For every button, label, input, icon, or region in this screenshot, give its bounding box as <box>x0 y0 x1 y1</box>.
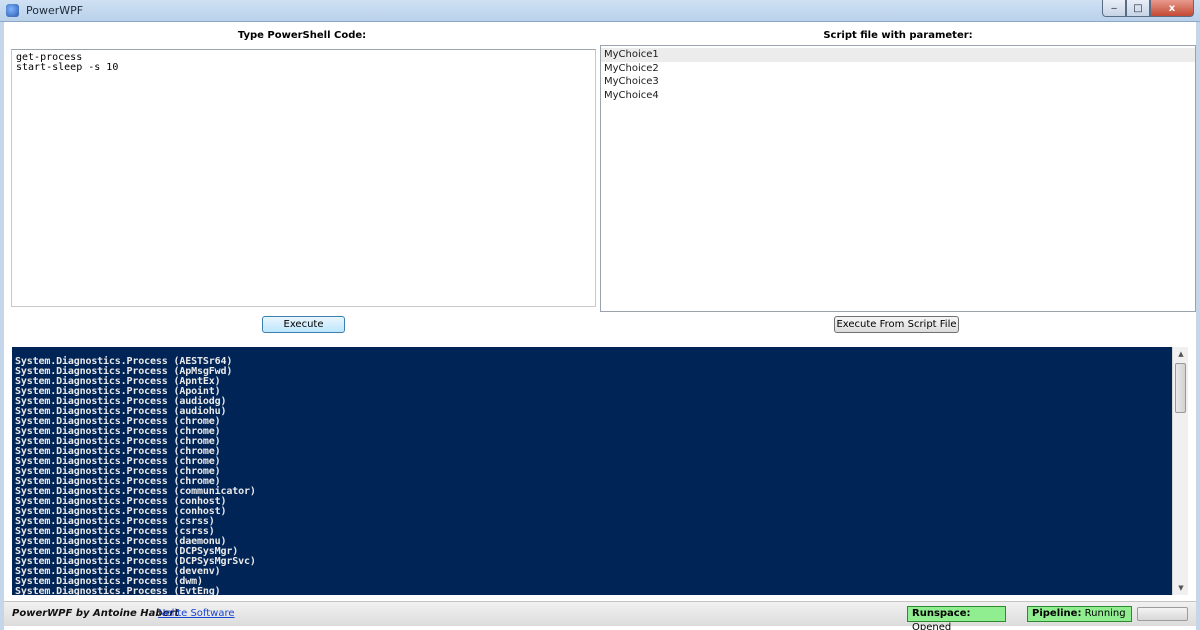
pipeline-value: Running <box>1084 608 1126 619</box>
execute-button[interactable]: Execute <box>262 316 345 333</box>
title-bar[interactable]: PowerWPF ‒ □ x <box>0 0 1200 22</box>
code-line: start-sleep -s 10 <box>16 62 119 73</box>
scroll-down-icon[interactable]: ▼ <box>1173 581 1189 595</box>
runspace-label: Runspace: <box>912 608 971 619</box>
window-content: Type PowerShell Code: Script file with p… <box>4 22 1196 630</box>
app-icon <box>6 4 19 17</box>
nelite-software-link[interactable]: Nelite Software <box>158 608 235 619</box>
maximize-button[interactable]: □ <box>1126 0 1150 17</box>
pipeline-status-badge: Pipeline: Running <box>1027 606 1132 622</box>
scrollbar-thumb[interactable] <box>1175 363 1186 413</box>
list-item[interactable]: MyChoice3 <box>601 75 1195 89</box>
credit-text: PowerWPF by Antoine Habert <box>12 608 180 619</box>
runspace-value: Opened <box>912 622 952 630</box>
script-panel-label: Script file with parameter: <box>823 30 973 41</box>
status-bar: PowerWPF by Antoine Habert Nelite Softwa… <box>4 601 1196 630</box>
powershell-code-input[interactable]: get-process start-sleep -s 10 <box>11 49 596 307</box>
window-controls: ‒ □ x <box>1102 0 1194 18</box>
maximize-icon: □ <box>1133 2 1143 14</box>
close-button[interactable]: x <box>1150 0 1194 17</box>
execute-from-script-file-button[interactable]: Execute From Script File <box>834 316 959 333</box>
minimize-button[interactable]: ‒ <box>1102 0 1126 17</box>
minimize-icon: ‒ <box>1110 2 1118 14</box>
window-border-right <box>1196 22 1200 630</box>
console-scrollbar[interactable]: ▲ ▼ <box>1172 347 1188 595</box>
progress-bar <box>1137 607 1188 621</box>
window-title: PowerWPF <box>26 4 84 17</box>
runspace-status-badge: Runspace: Opened <box>907 606 1006 630</box>
scroll-up-icon[interactable]: ▲ <box>1173 347 1189 361</box>
console-output[interactable]: System.Diagnostics.Process (AESTSr64) Sys… <box>12 347 1172 595</box>
code-panel-label: Type PowerShell Code: <box>237 30 367 41</box>
close-icon: x <box>1168 2 1176 14</box>
pipeline-label: Pipeline: <box>1032 608 1082 619</box>
console-line: System.Diagnostics.Process (EvtEng) <box>15 586 221 596</box>
list-item[interactable]: MyChoice1 <box>601 48 1195 62</box>
list-item[interactable]: MyChoice2 <box>601 62 1195 76</box>
list-item[interactable]: MyChoice4 <box>601 89 1195 103</box>
script-choice-list[interactable]: MyChoice1 MyChoice2 MyChoice3 MyChoice4 <box>600 45 1196 312</box>
